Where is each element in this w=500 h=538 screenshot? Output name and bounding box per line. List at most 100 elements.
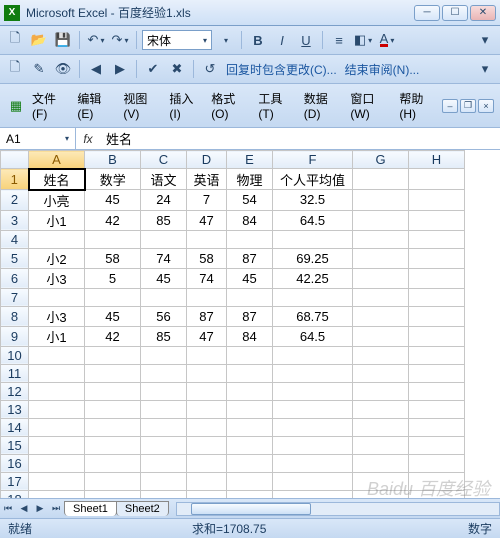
cell-F6[interactable]: 42.25 bbox=[273, 268, 353, 288]
cell-D11[interactable] bbox=[187, 364, 227, 382]
bold-button[interactable]: B bbox=[247, 29, 269, 51]
cell-A3[interactable]: 小1 bbox=[29, 210, 85, 230]
cell-E13[interactable] bbox=[227, 400, 273, 418]
align-left-icon[interactable]: ≡ bbox=[328, 29, 350, 51]
sheet-tab-2[interactable]: Sheet2 bbox=[116, 501, 169, 516]
col-header-B[interactable]: B bbox=[85, 151, 141, 169]
cell-E11[interactable] bbox=[227, 364, 273, 382]
menu-edit[interactable]: 编辑(E) bbox=[73, 88, 117, 123]
toolbar-options-icon[interactable]: ▾ bbox=[474, 29, 496, 51]
menu-tools[interactable]: 工具(T) bbox=[254, 88, 297, 123]
reply-changes-icon[interactable]: ↺ bbox=[199, 58, 221, 80]
cell-B10[interactable] bbox=[85, 346, 141, 364]
col-header-D[interactable]: D bbox=[187, 151, 227, 169]
toolbar-options-icon-2[interactable]: ▾ bbox=[474, 58, 496, 80]
cell-C13[interactable] bbox=[141, 400, 187, 418]
cell-E17[interactable] bbox=[227, 472, 273, 490]
cell-C10[interactable] bbox=[141, 346, 187, 364]
col-header-G[interactable]: G bbox=[353, 151, 409, 169]
cell-F16[interactable] bbox=[273, 454, 353, 472]
cell-H4[interactable] bbox=[409, 230, 465, 248]
cell-D7[interactable] bbox=[187, 288, 227, 306]
cell-D2[interactable]: 7 bbox=[187, 190, 227, 211]
cell-B1[interactable]: 数学 bbox=[85, 169, 141, 190]
tab-nav-first[interactable]: ⏮ bbox=[0, 503, 16, 514]
doc-minimize-button[interactable]: – bbox=[442, 99, 458, 113]
tab-nav-last[interactable]: ⏭ bbox=[48, 503, 64, 514]
cell-B18[interactable] bbox=[85, 490, 141, 498]
cell-H14[interactable] bbox=[409, 418, 465, 436]
cell-G17[interactable] bbox=[353, 472, 409, 490]
cell-H15[interactable] bbox=[409, 436, 465, 454]
cell-A8[interactable]: 小3 bbox=[29, 306, 85, 326]
cell-E14[interactable] bbox=[227, 418, 273, 436]
cell-B2[interactable]: 45 bbox=[85, 190, 141, 211]
cell-D6[interactable]: 74 bbox=[187, 268, 227, 288]
formula-bar[interactable]: 姓名 bbox=[100, 129, 500, 148]
cell-B15[interactable] bbox=[85, 436, 141, 454]
cell-C15[interactable] bbox=[141, 436, 187, 454]
row-header-9[interactable]: 9 bbox=[1, 326, 29, 346]
cell-G10[interactable] bbox=[353, 346, 409, 364]
cell-H11[interactable] bbox=[409, 364, 465, 382]
cell-A7[interactable] bbox=[29, 288, 85, 306]
cell-F12[interactable] bbox=[273, 382, 353, 400]
cell-A5[interactable]: 小2 bbox=[29, 248, 85, 268]
cell-G4[interactable] bbox=[353, 230, 409, 248]
cell-D15[interactable] bbox=[187, 436, 227, 454]
cell-B7[interactable] bbox=[85, 288, 141, 306]
cell-A9[interactable]: 小1 bbox=[29, 326, 85, 346]
col-header-E[interactable]: E bbox=[227, 151, 273, 169]
cell-H6[interactable] bbox=[409, 268, 465, 288]
italic-button[interactable]: I bbox=[271, 29, 293, 51]
cell-G9[interactable] bbox=[353, 326, 409, 346]
col-header-C[interactable]: C bbox=[141, 151, 187, 169]
cell-B8[interactable]: 45 bbox=[85, 306, 141, 326]
cell-F3[interactable]: 64.5 bbox=[273, 210, 353, 230]
cell-G12[interactable] bbox=[353, 382, 409, 400]
row-header-13[interactable]: 13 bbox=[1, 400, 29, 418]
prev-change-icon[interactable]: ◀ bbox=[85, 58, 107, 80]
cell-G2[interactable] bbox=[353, 190, 409, 211]
cell-B6[interactable]: 5 bbox=[85, 268, 141, 288]
cell-D12[interactable] bbox=[187, 382, 227, 400]
row-header-17[interactable]: 17 bbox=[1, 472, 29, 490]
cell-C1[interactable]: 语文 bbox=[141, 169, 187, 190]
cell-A1[interactable]: 姓名 bbox=[29, 169, 85, 190]
cell-E12[interactable] bbox=[227, 382, 273, 400]
cell-B5[interactable]: 58 bbox=[85, 248, 141, 268]
cell-H12[interactable] bbox=[409, 382, 465, 400]
cell-B16[interactable] bbox=[85, 454, 141, 472]
cell-H1[interactable] bbox=[409, 169, 465, 190]
cell-C6[interactable]: 45 bbox=[141, 268, 187, 288]
menu-window[interactable]: 窗口(W) bbox=[346, 88, 393, 123]
cell-D9[interactable]: 47 bbox=[187, 326, 227, 346]
cell-G5[interactable] bbox=[353, 248, 409, 268]
workbook-icon[interactable]: ▦ bbox=[6, 95, 26, 117]
cell-G11[interactable] bbox=[353, 364, 409, 382]
fill-color-icon[interactable]: ◧▾ bbox=[352, 29, 374, 51]
cell-E3[interactable]: 84 bbox=[227, 210, 273, 230]
cell-H5[interactable] bbox=[409, 248, 465, 268]
cell-F8[interactable]: 68.75 bbox=[273, 306, 353, 326]
menu-help[interactable]: 帮助(H) bbox=[395, 88, 440, 123]
cell-A18[interactable] bbox=[29, 490, 85, 498]
cell-D5[interactable]: 58 bbox=[187, 248, 227, 268]
cell-H18[interactable] bbox=[409, 490, 465, 498]
cell-G13[interactable] bbox=[353, 400, 409, 418]
name-box[interactable]: A1▾ bbox=[0, 128, 76, 149]
cell-F5[interactable]: 69.25 bbox=[273, 248, 353, 268]
row-header-14[interactable]: 14 bbox=[1, 418, 29, 436]
row-header-2[interactable]: 2 bbox=[1, 190, 29, 211]
row-header-18[interactable]: 18 bbox=[1, 490, 29, 498]
row-header-16[interactable]: 16 bbox=[1, 454, 29, 472]
row-header-1[interactable]: 1 bbox=[1, 169, 29, 190]
cell-C12[interactable] bbox=[141, 382, 187, 400]
cell-E18[interactable] bbox=[227, 490, 273, 498]
row-header-11[interactable]: 11 bbox=[1, 364, 29, 382]
cell-E2[interactable]: 54 bbox=[227, 190, 273, 211]
cell-D4[interactable] bbox=[187, 230, 227, 248]
font-color-icon[interactable]: A▾ bbox=[376, 29, 398, 51]
cell-H2[interactable] bbox=[409, 190, 465, 211]
cell-H17[interactable] bbox=[409, 472, 465, 490]
